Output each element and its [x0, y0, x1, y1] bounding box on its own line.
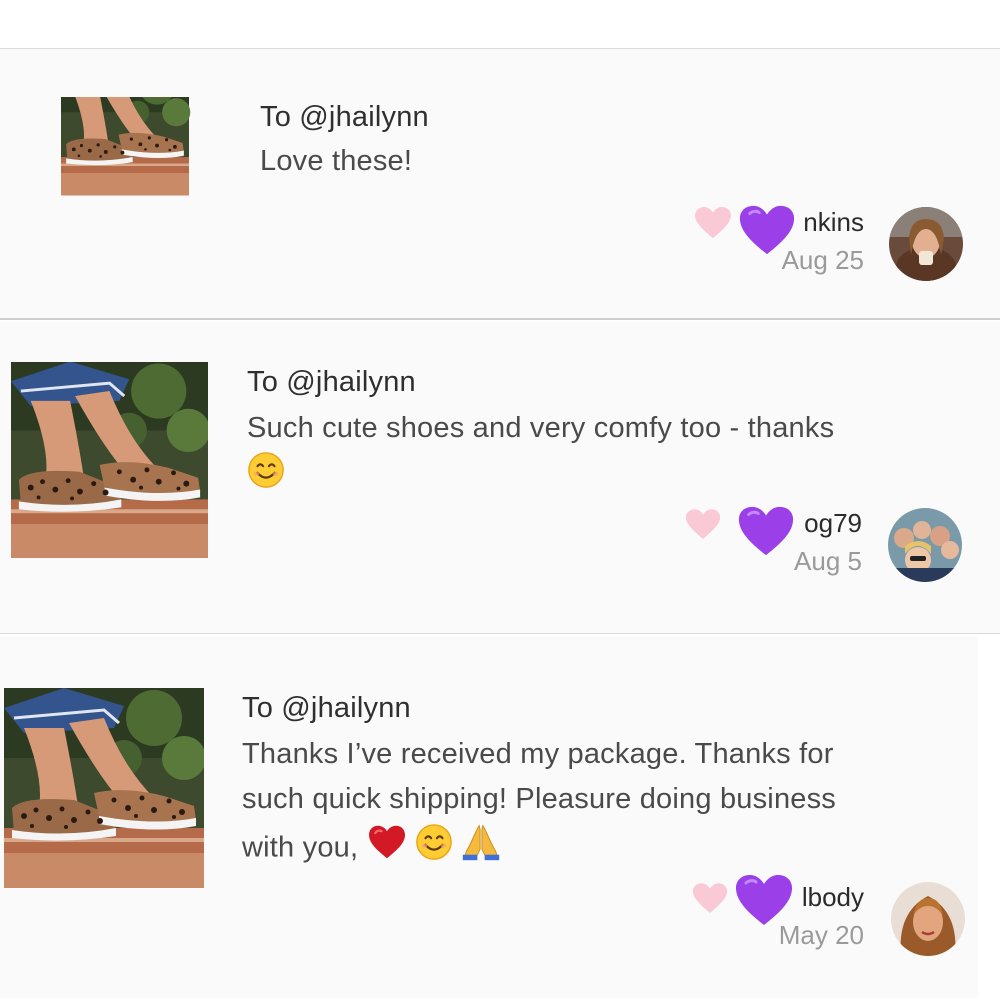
reviewer-username[interactable]: nkins	[803, 207, 864, 238]
reviewer-avatar[interactable]	[888, 508, 962, 582]
reviewer-avatar[interactable]	[889, 207, 963, 281]
review-recipient: To @jhailynn	[260, 101, 429, 133]
review-card-1: To @jhailynn Love these! nkins Aug 25	[0, 48, 1000, 320]
smiling-face-emoji-icon	[415, 823, 453, 875]
smiling-face-emoji-icon	[247, 451, 285, 503]
review-message-line: with you,	[242, 831, 359, 864]
like-heart-icon[interactable]	[692, 882, 728, 915]
reviewer-username[interactable]: lbody	[802, 882, 864, 913]
review-message-line: Love these!	[260, 145, 413, 177]
review-date: Aug 5	[794, 546, 862, 576]
review-message-line: such quick shipping! Pleasure doing busi…	[242, 783, 836, 815]
product-thumbnail[interactable]	[27, 97, 223, 225]
review-card-2: To @jhailynn Such cute shoes and very co…	[0, 322, 1000, 634]
review-recipient: To @jhailynn	[242, 692, 411, 724]
reviewer-avatar[interactable]	[891, 882, 965, 956]
purple-heart-icon	[734, 872, 794, 928]
review-card-3: To @jhailynn Thanks I’ve received my pac…	[0, 636, 978, 998]
like-heart-icon[interactable]	[694, 206, 732, 240]
red-heart-emoji-icon	[367, 824, 407, 874]
product-thumbnail[interactable]	[11, 362, 208, 558]
review-message: Love these!	[260, 139, 412, 184]
review-message: Thanks I’ve received my package. Thanks …	[242, 732, 836, 876]
review-message: Such cute shoes and very comfy too - tha…	[247, 406, 834, 503]
purple-heart-icon	[738, 203, 796, 257]
purple-heart-icon	[737, 504, 795, 558]
like-heart-icon[interactable]	[685, 508, 721, 541]
review-message-line: Such cute shoes and very comfy too - tha…	[247, 412, 835, 444]
folded-hands-emoji-icon	[461, 822, 501, 876]
product-thumbnail[interactable]	[4, 688, 204, 888]
review-recipient: To @jhailynn	[247, 366, 416, 398]
review-message-line: Thanks I’ve received my package. Thanks …	[242, 738, 834, 770]
